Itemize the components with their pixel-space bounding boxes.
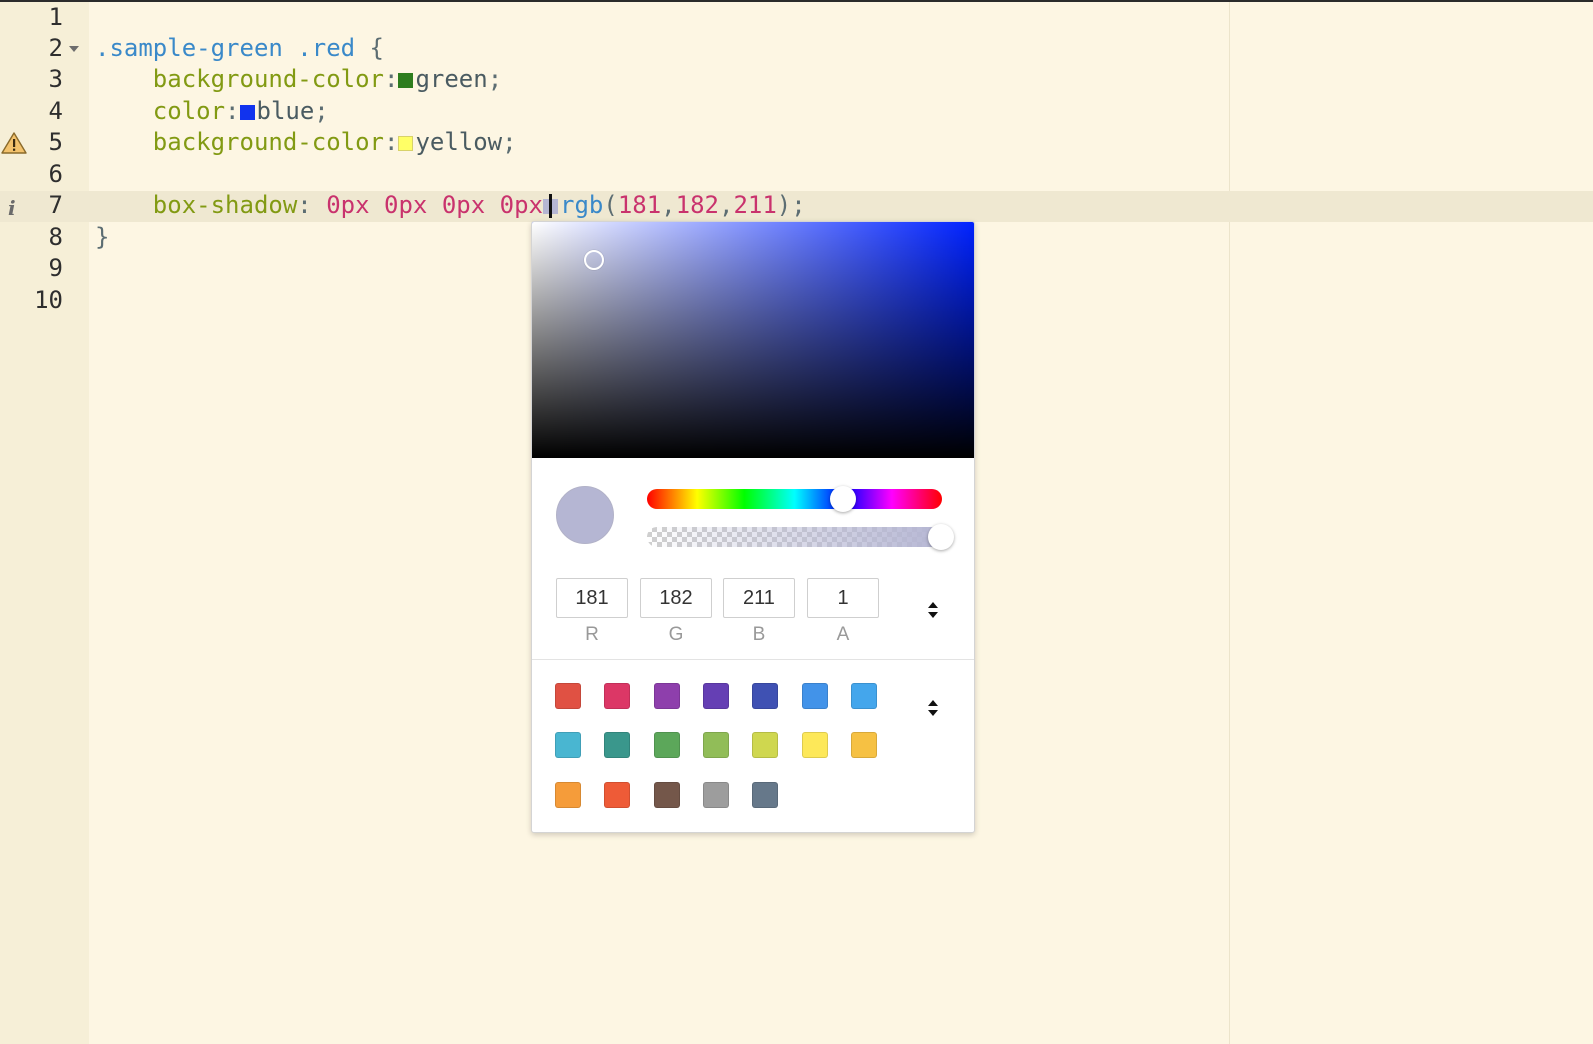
inline-color-swatch-yellow[interactable] xyxy=(398,136,414,151)
alpha-gradient xyxy=(647,527,942,547)
line-number: 6 xyxy=(48,160,63,188)
css-number: 0px xyxy=(499,191,543,219)
css-number: 211 xyxy=(733,191,777,219)
alpha-slider[interactable] xyxy=(647,527,942,547)
code-line-7[interactable]: box-shadow: 0px 0px 0px 0px rgb(181,182,2… xyxy=(95,190,806,222)
line-number: 4 xyxy=(48,97,63,125)
palette-swatch[interactable] xyxy=(801,732,828,759)
palette-swatch[interactable] xyxy=(752,781,779,808)
colon: : xyxy=(383,128,399,156)
css-value: green xyxy=(415,65,488,93)
alpha-slider-thumb[interactable] xyxy=(928,524,954,550)
css-property: background-color xyxy=(152,128,384,156)
open-paren: ( xyxy=(603,191,618,219)
palette-swatch[interactable] xyxy=(555,732,581,759)
format-toggle-up-down-arrows-icon[interactable] xyxy=(925,600,941,620)
palette-swatch[interactable] xyxy=(752,683,779,709)
palette-swatch[interactable] xyxy=(555,781,581,808)
palette-swatch[interactable] xyxy=(752,732,779,759)
semicolon: ; xyxy=(502,128,517,156)
color-preview xyxy=(556,486,614,544)
palette-swatch[interactable] xyxy=(702,732,729,759)
palette-swatch[interactable] xyxy=(653,781,680,808)
css-value: blue xyxy=(256,97,315,125)
text-cursor xyxy=(549,194,552,218)
alpha-label: A xyxy=(836,624,850,645)
open-brace: { xyxy=(355,34,384,62)
blue-label: B xyxy=(752,624,766,645)
css-property: background-color xyxy=(152,65,384,93)
fold-arrow-icon[interactable] xyxy=(69,46,79,52)
palette-swatch[interactable] xyxy=(604,732,631,759)
close-paren: ); xyxy=(776,191,806,219)
line-number: 3 xyxy=(48,65,63,93)
semicolon: ; xyxy=(487,65,503,93)
palette-toggle-up-down-arrows-icon[interactable] xyxy=(925,698,941,718)
line-number: 1 xyxy=(48,3,63,31)
palette-swatch[interactable] xyxy=(850,683,877,709)
palette-swatch[interactable] xyxy=(604,683,631,709)
green-label: G xyxy=(668,624,684,645)
colon: : xyxy=(297,191,327,219)
saturation-handle[interactable] xyxy=(584,250,604,270)
red-input[interactable] xyxy=(556,578,628,618)
line-number: 10 xyxy=(34,286,63,314)
css-selector: .sample-green .red xyxy=(95,34,356,62)
inline-color-swatch-blue[interactable] xyxy=(239,105,255,120)
window-top-border xyxy=(0,0,1593,2)
palette-swatch[interactable] xyxy=(702,781,729,808)
hue-slider-thumb[interactable] xyxy=(830,486,856,512)
red-label: R xyxy=(585,624,599,645)
css-number: 0px xyxy=(326,191,370,219)
code-line-5[interactable]: background-color: yellow; xyxy=(95,127,517,159)
css-property: box-shadow xyxy=(152,191,298,219)
green-input[interactable] xyxy=(640,578,712,618)
css-function: rgb xyxy=(560,191,604,219)
semicolon: ; xyxy=(314,97,329,125)
colon: : xyxy=(225,97,240,125)
palette-swatch[interactable] xyxy=(604,781,631,808)
comma: , xyxy=(661,191,676,219)
comma: , xyxy=(718,191,734,219)
css-number: 182 xyxy=(675,191,719,219)
palette-swatch[interactable] xyxy=(702,683,729,709)
code-line-8[interactable]: } xyxy=(95,222,109,254)
hue-slider[interactable] xyxy=(647,489,942,509)
info-icon[interactable]: i xyxy=(8,196,16,220)
palette-swatch[interactable] xyxy=(850,732,877,759)
close-brace: } xyxy=(95,223,110,251)
css-number: 0px xyxy=(384,191,428,219)
colon: : xyxy=(383,65,399,93)
css-value: yellow xyxy=(415,128,503,156)
line-number: 2 xyxy=(48,34,63,62)
inline-color-swatch-green[interactable] xyxy=(398,73,414,88)
warning-icon[interactable] xyxy=(1,132,27,154)
saturation-value-area[interactable] xyxy=(532,222,974,458)
css-number: 0px xyxy=(441,191,486,219)
palette-swatch[interactable] xyxy=(555,683,581,709)
palette-swatch[interactable] xyxy=(653,732,680,759)
line-number: 9 xyxy=(48,254,63,282)
code-line-2[interactable]: .sample-green .red { xyxy=(95,33,384,65)
picker-divider xyxy=(532,659,974,660)
css-number: 181 xyxy=(617,191,662,219)
line-number: 8 xyxy=(48,223,63,251)
palette-swatch[interactable] xyxy=(801,683,828,709)
css-property: color xyxy=(152,97,226,125)
palette-swatch[interactable] xyxy=(653,683,680,709)
code-line-3[interactable]: background-color: green; xyxy=(95,64,502,96)
alpha-input[interactable] xyxy=(807,578,879,618)
code-line-4[interactable]: color: blue; xyxy=(95,96,329,128)
color-picker-popup: R G B A xyxy=(531,221,975,833)
print-margin-line xyxy=(1229,2,1230,1044)
blue-input[interactable] xyxy=(723,578,795,618)
